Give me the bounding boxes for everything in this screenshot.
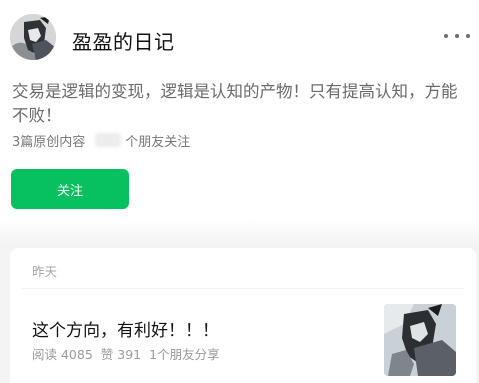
follow-button[interactable]: 关注	[11, 169, 129, 209]
account-bio: 交易是逻辑的变现，逻辑是认知的产物！只有提高认知，方能不败！	[12, 82, 458, 125]
article-thumbnail[interactable]	[384, 304, 456, 376]
article-meta: 阅读 4085 赞 391 1个朋友分享	[32, 344, 220, 363]
account-name: 盈盈的日记	[72, 30, 175, 54]
read-count: 阅读 4085	[32, 347, 93, 362]
article-title[interactable]: 这个方向，有利好！！！	[32, 316, 219, 341]
account-stats: 3篇原创内容 个朋友关注	[12, 130, 190, 150]
article-date: 昨天	[32, 264, 58, 279]
friends-follow-text: 个朋友关注	[125, 134, 191, 150]
profile-header: 盈盈的日记	[0, 0, 479, 76]
like-count: 赞 391	[100, 347, 142, 362]
more-dots-icon[interactable]	[444, 26, 470, 46]
avatar-image	[10, 14, 56, 60]
avatar[interactable]	[10, 14, 56, 60]
article-card[interactable]: 昨天 这个方向，有利好！！！ 阅读 4085 赞 391 1个朋友分享	[10, 248, 476, 383]
original-count: 3篇原创内容	[12, 134, 86, 150]
divider	[22, 288, 464, 289]
thumbnail-image	[384, 304, 456, 376]
blurred-friend-count	[95, 133, 122, 147]
share-count: 1个朋友分享	[149, 347, 220, 362]
